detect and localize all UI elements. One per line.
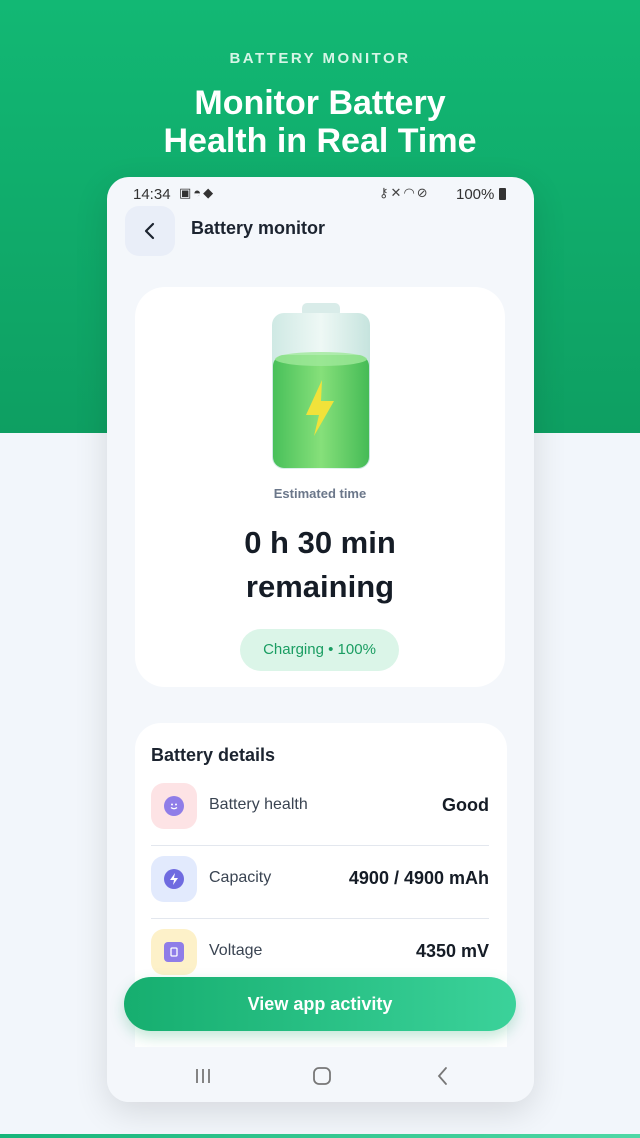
app-bar-title: Battery monitor [191,218,326,238]
wifi-icon: ◠ [403,185,417,200]
capacity-icon-container [151,856,197,902]
estimated-time-label: Estimated time [273,486,367,501]
status-time: 14:34 [133,186,171,203]
promo-kicker: BATTERY MONITOR [229,50,411,67]
estimated-time-value: 0 h 30 min remaining [135,521,505,609]
estimated-time-line2: remaining [245,569,395,604]
detail-label: Capacity [209,869,272,886]
detail-row-battery-health[interactable]: Battery health Good [151,773,489,846]
recents-icon [196,1069,210,1083]
mute-icon: ✕ [390,185,404,200]
smiley-icon [164,796,184,816]
estimate-card: Estimated time 0 h 30 min remaining Char… [135,287,505,687]
status-bar: 14:34 ▣◓◆ ⚷✕◠⊘ 100% [107,177,534,211]
detail-label: Voltage [209,942,263,959]
detail-label: Battery health [209,796,308,813]
charging-battery-icon [272,303,370,469]
home-icon [313,1067,331,1085]
detail-value: Good [442,795,489,815]
battery-icon [499,188,506,200]
battery-details-title: Battery details [151,745,276,765]
battery-box-icon [164,942,184,962]
health-icon-container [151,783,197,829]
battery-details-card: Battery details Battery health Good Capa… [135,723,507,1102]
steam-icon: ◓ [193,185,204,200]
status-left-icons: ▣◓◆ [179,185,215,201]
promo-title-line1: Monitor Battery [194,84,446,122]
system-nav-bar [107,1047,534,1102]
promo-title-line2: Health in Real Time [163,122,477,160]
charging-status-badge: Charging • 100% [240,629,399,671]
bottom-accent-line [0,1134,640,1138]
voltage-icon-container [151,929,197,975]
key-icon: ⚷ [379,185,391,200]
home-button[interactable] [302,1061,342,1091]
detail-row-capacity[interactable]: Capacity 4900 / 4900 mAh [151,846,489,919]
do-not-disturb-icon: ⊘ [416,185,430,200]
back-button[interactable] [125,206,175,256]
cat-icon: ◆ [203,185,216,200]
gallery-icon: ▣ [179,185,194,200]
estimated-time-line1: 0 h 30 min [244,525,396,560]
nav-back-button[interactable] [422,1061,462,1091]
status-right-icons: ⚷✕◠⊘ [379,185,430,201]
view-app-activity-button[interactable]: View app activity [124,977,516,1031]
status-battery-percent: 100% [456,186,495,203]
recents-button[interactable] [183,1061,223,1091]
detail-value: 4900 / 4900 mAh [348,868,489,888]
detail-value: 4350 mV [415,941,489,961]
chevron-left-icon [144,222,155,240]
phone-frame: 14:34 ▣◓◆ ⚷✕◠⊘ 100% Battery monitor Esti… [107,177,534,1102]
back-icon [437,1067,447,1085]
bolt-icon [164,869,184,889]
promo-title: Monitor Battery Health in Real Time [0,84,640,160]
